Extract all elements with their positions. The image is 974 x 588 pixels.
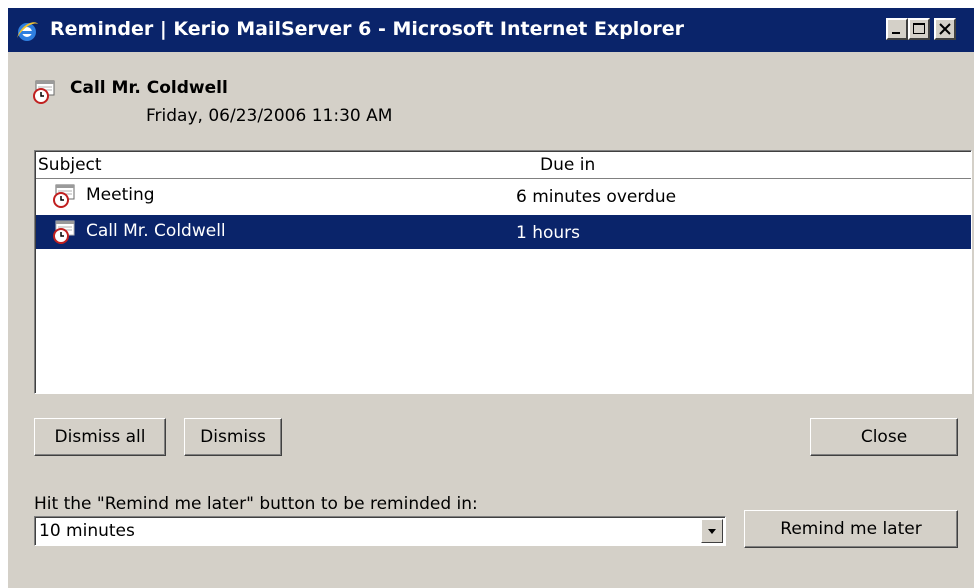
minimize-button[interactable] <box>886 18 908 40</box>
reminder-list[interactable]: Subject Due in Meeting 6 minutes overdue <box>34 150 972 394</box>
column-header-due[interactable]: Due in <box>540 155 595 175</box>
close-button[interactable]: Close <box>810 418 958 456</box>
list-row-call-mr-coldwell[interactable]: Call Mr. Coldwell 1 hours <box>36 215 971 249</box>
title-bar[interactable]: Reminder | Kerio MailServer 6 - Microsof… <box>8 8 974 52</box>
chevron-down-icon <box>708 529 716 534</box>
reminder-datetime: Friday, 06/23/2006 11:30 AM <box>146 106 393 126</box>
calendar-clock-icon <box>52 183 76 209</box>
snooze-duration-value: 10 minutes <box>39 521 135 541</box>
dismiss-all-button[interactable]: Dismiss all <box>34 418 166 456</box>
snooze-duration-select[interactable]: 10 minutes <box>34 516 726 546</box>
window-title: Reminder | Kerio MailServer 6 - Microsof… <box>50 18 684 40</box>
row-subject: Meeting <box>86 185 155 205</box>
remind-me-later-button[interactable]: Remind me later <box>744 510 958 548</box>
close-window-button[interactable] <box>934 18 956 40</box>
calendar-clock-icon <box>52 219 76 245</box>
calendar-clock-icon <box>32 79 56 105</box>
column-header-subject[interactable]: Subject <box>38 155 102 175</box>
dropdown-button[interactable] <box>701 519 723 543</box>
internet-explorer-icon <box>14 18 40 44</box>
maximize-button[interactable] <box>908 18 930 40</box>
reminder-title: Call Mr. Coldwell <box>70 78 228 98</box>
dismiss-button[interactable]: Dismiss <box>184 418 282 456</box>
maximize-icon <box>913 23 925 34</box>
reminder-window: Reminder | Kerio MailServer 6 - Microsof… <box>8 8 974 588</box>
minimize-icon <box>892 32 900 34</box>
list-header: Subject Due in <box>36 152 971 179</box>
row-due: 6 minutes overdue <box>516 187 677 207</box>
row-subject: Call Mr. Coldwell <box>86 221 226 241</box>
row-due: 1 hours <box>516 223 581 243</box>
close-icon <box>939 23 951 35</box>
list-row-meeting[interactable]: Meeting 6 minutes overdue <box>36 179 971 213</box>
snooze-hint: Hit the "Remind me later" button to be r… <box>34 494 478 514</box>
